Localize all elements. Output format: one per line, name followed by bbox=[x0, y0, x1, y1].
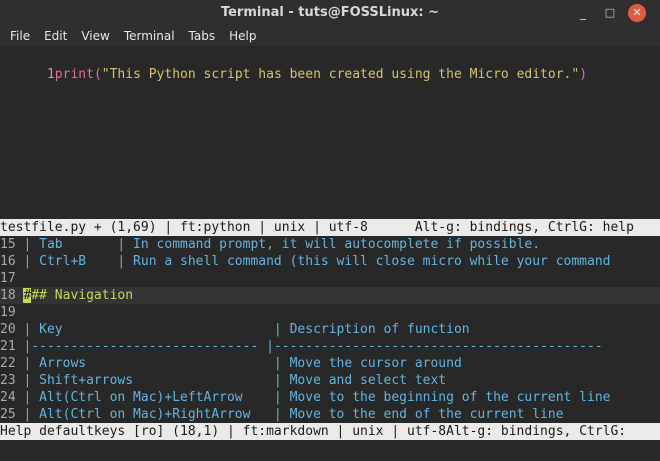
status-bar-top: testfile.py + (1,69) | ft:python | unix … bbox=[0, 219, 660, 236]
maximize-icon[interactable]: □ bbox=[602, 5, 618, 21]
help-line-16[interactable]: 16 | Ctrl+B | Run a shell command (this … bbox=[0, 253, 610, 270]
code-open-paren: ( bbox=[93, 67, 102, 82]
menu-file[interactable]: File bbox=[0, 26, 37, 46]
status-bar-bottom: Help defaultkeys [ro] (18,1) | ft:markdo… bbox=[0, 423, 660, 440]
code-string: "This Python script has been created usi… bbox=[101, 67, 580, 82]
line-number: 22 bbox=[0, 356, 16, 371]
help-text: | Alt(Ctrl on Mac)+RightArrow | Move to … bbox=[15, 407, 564, 422]
code-close-paren: ) bbox=[579, 67, 588, 82]
terminal-content[interactable]: 1print("This Python script has been crea… bbox=[0, 46, 660, 461]
menu-tabs[interactable]: Tabs bbox=[182, 26, 223, 46]
close-icon[interactable]: ✕ bbox=[628, 4, 646, 22]
line-number: 15 bbox=[0, 237, 16, 252]
help-text: | Shift+arrows | Move and select text bbox=[15, 373, 447, 388]
line-number: 20 bbox=[0, 322, 16, 337]
help-line-23[interactable]: 23 | Shift+arrows | Move and select text bbox=[0, 372, 446, 389]
help-line-21[interactable]: 21 |----------------------------- |-----… bbox=[0, 338, 603, 355]
title-bar[interactable]: Terminal - tuts@FOSSLinux: ~ _ □ ✕ bbox=[0, 0, 660, 26]
line-number: 17 bbox=[0, 271, 16, 286]
help-line-22[interactable]: 22 | Arrows | Move the cursor around bbox=[0, 355, 462, 372]
line-number: 25 bbox=[0, 407, 16, 422]
line-number: 16 bbox=[0, 254, 16, 269]
menu-terminal[interactable]: Terminal bbox=[117, 26, 182, 46]
menu-edit[interactable]: Edit bbox=[37, 26, 74, 46]
help-line-25[interactable]: 25 | Alt(Ctrl on Mac)+RightArrow | Move … bbox=[0, 406, 564, 423]
help-text: | Ctrl+B | Run a shell command (this wil… bbox=[15, 254, 611, 269]
help-text: | Alt(Ctrl on Mac)+LeftArrow | Move to t… bbox=[15, 390, 611, 405]
help-line-24[interactable]: 24 | Alt(Ctrl on Mac)+LeftArrow | Move t… bbox=[0, 389, 610, 406]
help-text: |----------------------------- |--------… bbox=[15, 339, 603, 354]
help-line-17[interactable]: 17 bbox=[0, 270, 16, 287]
help-heading: ## Navigation bbox=[31, 288, 134, 303]
line-number: 1 bbox=[46, 67, 55, 82]
help-line-15[interactable]: 15 | Tab | In command prompt, it will au… bbox=[0, 236, 540, 253]
line-number: 21 bbox=[0, 339, 16, 354]
help-line-18[interactable]: 18 ### Navigation bbox=[0, 287, 133, 304]
line-number: 23 bbox=[0, 373, 16, 388]
line-number: 24 bbox=[0, 390, 16, 405]
code-line-1[interactable]: 1print("This Python script has been crea… bbox=[0, 49, 587, 82]
terminal-window: Terminal - tuts@FOSSLinux: ~ _ □ ✕ File … bbox=[0, 0, 660, 461]
help-line-20[interactable]: 20 | Key | Description of function bbox=[0, 321, 470, 338]
help-text: | Tab | In command prompt, it will autoc… bbox=[15, 237, 541, 252]
line-number: 18 bbox=[0, 288, 16, 303]
line-number: 19 bbox=[0, 305, 16, 320]
menu-bar: File Edit View Terminal Tabs Help bbox=[0, 26, 660, 46]
help-line-19[interactable]: 19 bbox=[0, 304, 16, 321]
menu-view[interactable]: View bbox=[74, 26, 116, 46]
help-text: | Key | Description of function bbox=[15, 322, 470, 337]
help-text: | Arrows | Move the cursor around bbox=[15, 356, 462, 371]
code-function: print bbox=[54, 67, 94, 82]
window-title: Terminal - tuts@FOSSLinux: ~ bbox=[220, 5, 440, 20]
menu-help[interactable]: Help bbox=[222, 26, 263, 46]
minimize-icon[interactable]: _ bbox=[575, 5, 591, 21]
